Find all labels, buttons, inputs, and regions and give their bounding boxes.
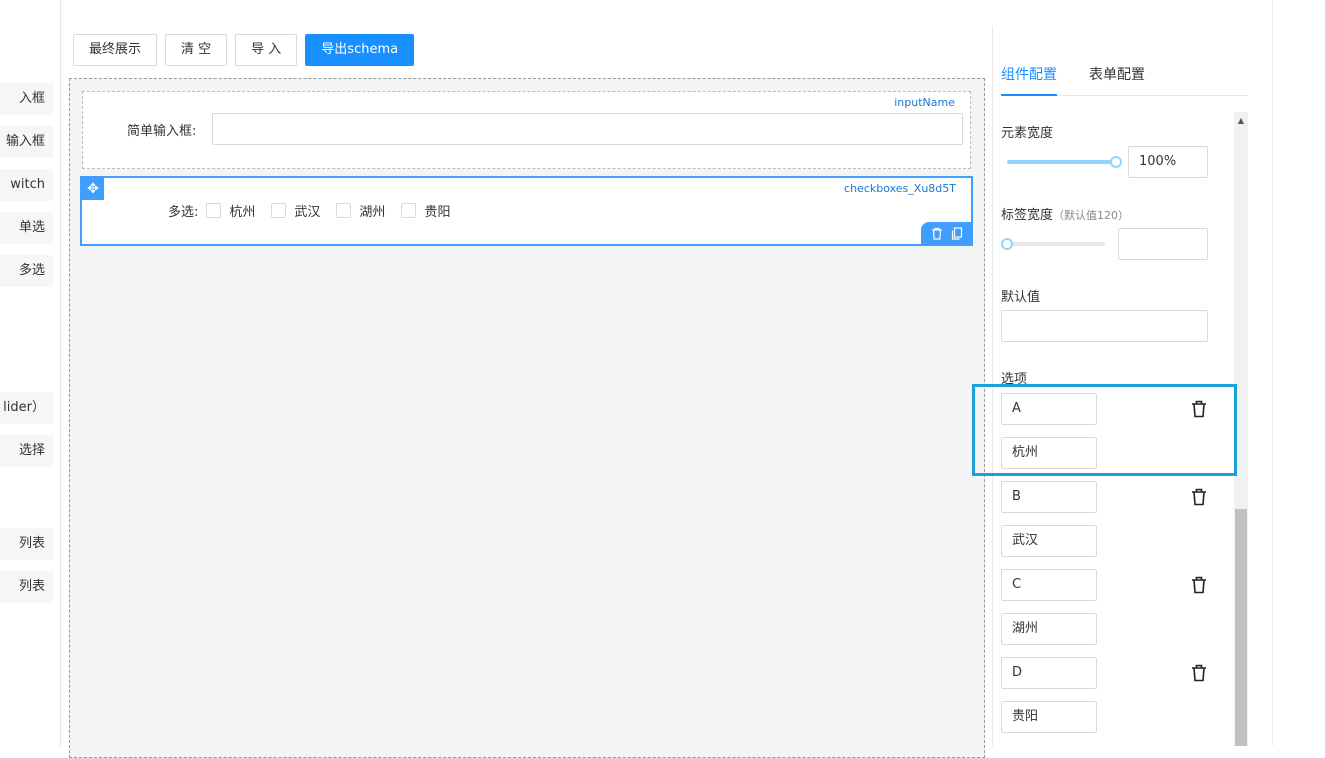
label-width-label: 标签宽度（默认值120） bbox=[1001, 208, 1130, 223]
width-label: 元素宽度 bbox=[1001, 126, 1054, 141]
palette-item-radio[interactable]: 单选 bbox=[0, 212, 53, 244]
toolbar: 最终展示 清 空 导 入 导出schema bbox=[73, 34, 415, 66]
trash-icon[interactable] bbox=[1191, 488, 1207, 506]
move-icon[interactable]: ✥ bbox=[82, 178, 104, 200]
default-value-label: 默认值 bbox=[1001, 290, 1041, 305]
field-id-tag: checkboxes_Xu8d5T bbox=[844, 182, 956, 195]
tab-component-config[interactable]: 组件配置 bbox=[1001, 64, 1057, 96]
option-label-input[interactable]: 湖州 bbox=[1001, 613, 1097, 645]
copy-icon[interactable] bbox=[951, 226, 963, 242]
width-slider-track[interactable] bbox=[1007, 160, 1117, 164]
checkbox[interactable] bbox=[206, 203, 222, 218]
palette-item-simple-input[interactable]: 输入框 bbox=[0, 126, 53, 158]
checkbox[interactable] bbox=[336, 203, 352, 218]
final-display-button[interactable]: 最终展示 bbox=[73, 34, 158, 66]
simple-text-input[interactable] bbox=[212, 113, 963, 145]
width-slider-handle[interactable] bbox=[1110, 156, 1122, 168]
width-input[interactable]: 100% bbox=[1128, 146, 1208, 178]
checkbox-option[interactable]: 武汉 bbox=[271, 201, 320, 220]
input-field-label: 简单输入框: bbox=[127, 124, 197, 139]
palette-item-input[interactable]: 入框 bbox=[0, 83, 53, 115]
label-width-slider-track[interactable] bbox=[1007, 242, 1105, 246]
label-width-slider-handle[interactable] bbox=[1001, 238, 1013, 250]
input-field-block[interactable]: inputName 简单输入框: bbox=[82, 91, 971, 169]
trash-icon[interactable] bbox=[1191, 576, 1207, 594]
field-action-bar bbox=[921, 222, 973, 246]
label-width-input[interactable] bbox=[1118, 228, 1208, 260]
form-canvas[interactable]: inputName 简单输入框: ✥ checkboxes_Xu8d5T 多选:… bbox=[69, 78, 985, 758]
checkbox-field-label: 多选: bbox=[168, 205, 199, 220]
selection-highlight-box bbox=[972, 384, 1237, 476]
label-width-hint: （默认值120） bbox=[1053, 209, 1130, 222]
clear-button[interactable]: 清 空 bbox=[165, 34, 228, 66]
checkbox[interactable] bbox=[401, 203, 417, 218]
checkbox-option[interactable]: 湖州 bbox=[336, 201, 385, 220]
checkbox-field-block[interactable]: ✥ checkboxes_Xu8d5T 多选: 杭州 武汉 湖州 贵阳 bbox=[80, 176, 973, 246]
option-value-input[interactable]: D bbox=[1001, 657, 1097, 689]
checkbox-group: 多选: 杭州 武汉 湖州 贵阳 bbox=[168, 201, 466, 220]
tab-form-config[interactable]: 表单配置 bbox=[1089, 64, 1145, 96]
import-button[interactable]: 导 入 bbox=[235, 34, 298, 66]
field-id-tag: inputName bbox=[894, 96, 955, 109]
palette-item-checkbox[interactable]: 多选 bbox=[0, 255, 53, 287]
palette-item-select[interactable]: 选择 bbox=[0, 435, 53, 467]
export-schema-button[interactable]: 导出schema bbox=[305, 34, 415, 66]
scroll-up-icon[interactable]: ▲ bbox=[1234, 114, 1248, 128]
palette-item-list-1[interactable]: 列表 bbox=[0, 528, 53, 560]
palette-item-switch[interactable]: witch bbox=[0, 169, 53, 201]
trash-icon[interactable] bbox=[1191, 664, 1207, 682]
checkbox[interactable] bbox=[271, 203, 287, 218]
option-value-input[interactable]: B bbox=[1001, 481, 1097, 513]
delete-icon[interactable] bbox=[931, 227, 943, 242]
palette-item-slider[interactable]: lider） bbox=[0, 392, 53, 424]
checkbox-option[interactable]: 杭州 bbox=[206, 201, 255, 220]
option-label-input[interactable]: 贵阳 bbox=[1001, 701, 1097, 733]
default-value-input[interactable] bbox=[1001, 310, 1208, 342]
config-tabs: 组件配置 表单配置 bbox=[1001, 58, 1248, 96]
checkbox-option[interactable]: 贵阳 bbox=[401, 201, 450, 220]
option-value-input[interactable]: C bbox=[1001, 569, 1097, 601]
widget-palette: 入框 输入框 witch 单选 多选 lider） 选择 列表 列表 bbox=[0, 0, 61, 746]
window-edge bbox=[1272, 0, 1273, 746]
palette-item-list-2[interactable]: 列表 bbox=[0, 571, 53, 603]
option-label-input[interactable]: 武汉 bbox=[1001, 525, 1097, 557]
scroll-thumb[interactable] bbox=[1235, 509, 1247, 746]
